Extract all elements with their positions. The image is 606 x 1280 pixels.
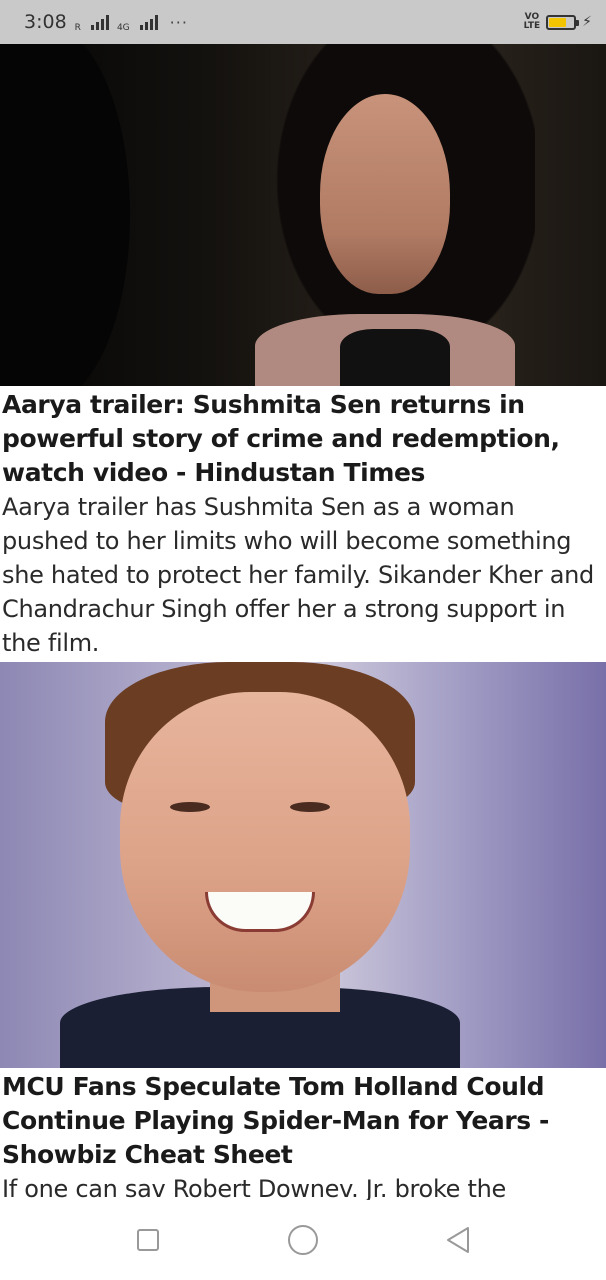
status-right: VO LTE ⚡ <box>524 13 592 31</box>
status-left: 3:08 R 4G ··· <box>24 11 188 33</box>
square-icon <box>137 1229 159 1251</box>
top-shape <box>340 329 450 386</box>
face-shape <box>320 94 450 294</box>
signal-1-icon <box>90 14 109 30</box>
face-shape <box>120 692 410 992</box>
signal-2-icon <box>139 14 158 30</box>
charging-bolt-icon: ⚡ <box>582 14 592 30</box>
article-summary[interactable]: Aarya trailer has Sushmita Sen as a woma… <box>0 490 606 662</box>
news-article[interactable]: Aarya trailer: Sushmita Sen returns in p… <box>0 44 606 662</box>
status-time: 3:08 <box>24 11 67 33</box>
foreground-figure <box>0 44 130 386</box>
signal-1-label: R <box>74 23 81 33</box>
news-article[interactable]: MCU Fans Speculate Tom Holland Could Con… <box>0 662 606 1200</box>
status-bar: 3:08 R 4G ··· VO LTE ⚡ <box>0 0 606 44</box>
recents-button[interactable] <box>128 1220 168 1260</box>
home-button[interactable] <box>283 1220 323 1260</box>
eye-shape <box>290 802 330 812</box>
article-image[interactable] <box>0 662 606 1068</box>
signal-2-label: 4G <box>116 23 130 33</box>
eye-shape <box>170 802 210 812</box>
battery-icon <box>546 14 580 30</box>
navigation-bar <box>0 1200 606 1280</box>
article-headline[interactable]: MCU Fans Speculate Tom Holland Could Con… <box>0 1068 606 1172</box>
battery-level <box>549 17 566 27</box>
article-headline[interactable]: Aarya trailer: Sushmita Sen returns in p… <box>0 386 606 490</box>
article-image[interactable] <box>0 44 606 386</box>
back-button[interactable] <box>438 1220 478 1260</box>
volte-icon: VO LTE <box>524 13 541 31</box>
volte-line-2: LTE <box>523 21 541 31</box>
circle-icon <box>288 1225 318 1255</box>
news-feed[interactable]: Aarya trailer: Sushmita Sen returns in p… <box>0 44 606 1200</box>
triangle-back-icon <box>447 1227 469 1253</box>
more-notifications-icon: ··· <box>169 12 188 32</box>
article-summary[interactable]: If one can sav Robert Downev. Jr. broke … <box>0 1172 606 1200</box>
